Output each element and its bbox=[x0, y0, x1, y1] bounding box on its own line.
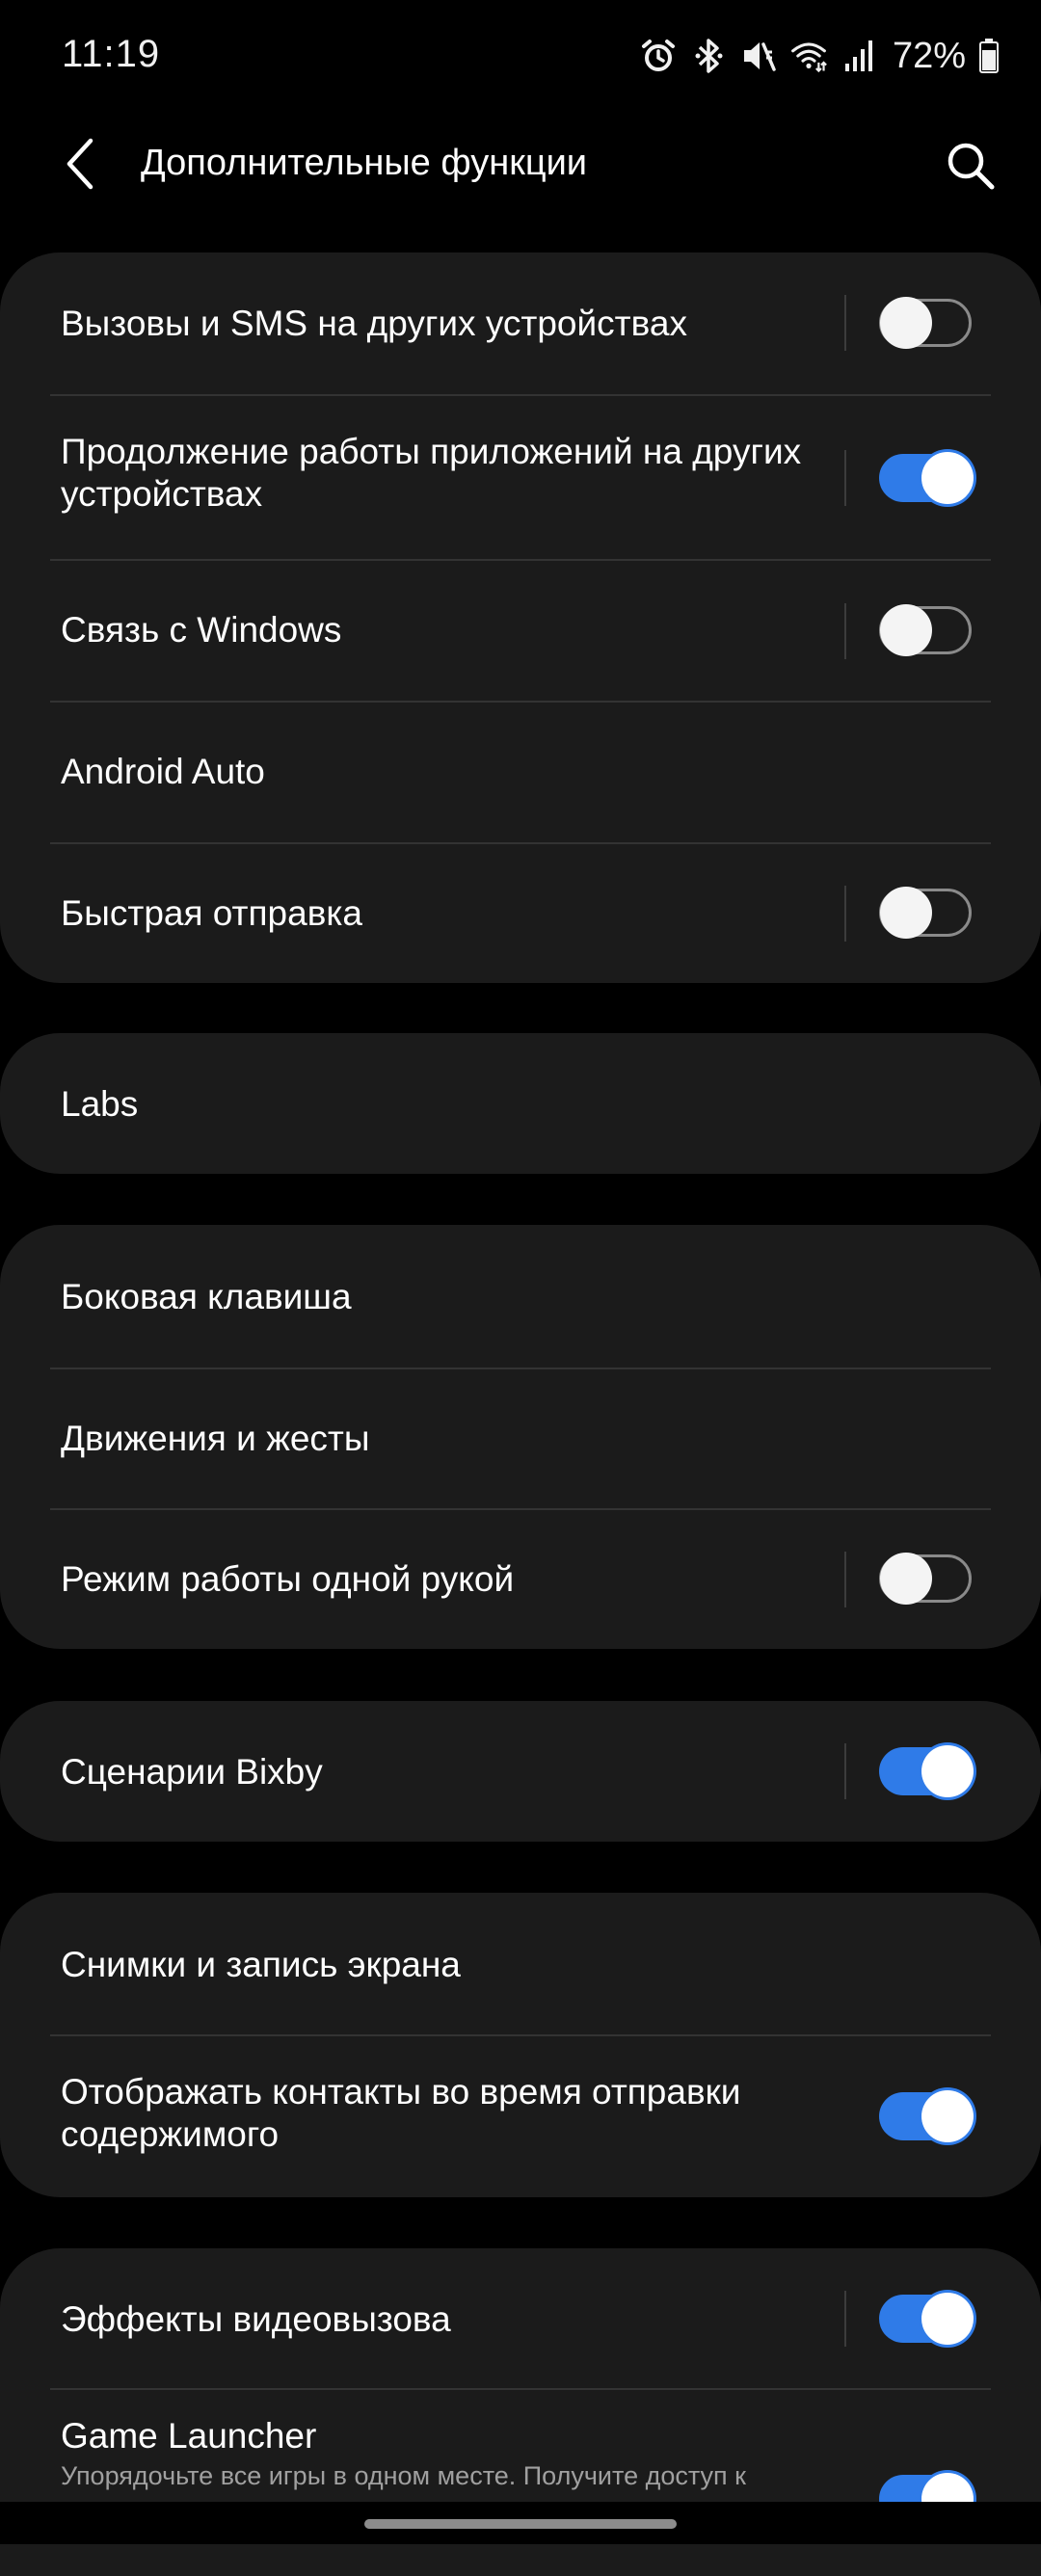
signal-icon bbox=[841, 35, 877, 77]
setting-link-to-windows[interactable]: Связь с Windows bbox=[0, 561, 1041, 701]
settings-group-screen: Снимки и запись экрана Отображать контак… bbox=[0, 1893, 1041, 2197]
toggle-switch[interactable] bbox=[879, 2293, 974, 2345]
setting-label: Продолжение работы приложений на других … bbox=[61, 432, 802, 514]
setting-label: Labs bbox=[61, 1084, 139, 1124]
setting-video-call-effects[interactable]: Эффекты видеовызова bbox=[0, 2248, 1041, 2388]
status-bar: 11:19 72% bbox=[0, 0, 1041, 116]
navigation-gesture-handle[interactable] bbox=[364, 2519, 677, 2529]
setting-one-handed-mode[interactable]: Режим работы одной рукой bbox=[0, 1510, 1041, 1649]
toggle-switch[interactable] bbox=[879, 1553, 972, 1605]
setting-label: Боковая клавиша bbox=[61, 1277, 352, 1316]
separator bbox=[844, 1552, 846, 1607]
toggle-switch[interactable] bbox=[879, 2090, 974, 2142]
toggle-switch[interactable] bbox=[879, 452, 974, 504]
settings-group-bixby: Сценарии Bixby bbox=[0, 1701, 1041, 1842]
separator bbox=[844, 603, 846, 659]
bluetooth-icon bbox=[690, 35, 727, 77]
setting-labs[interactable]: Labs bbox=[0, 1033, 1041, 1174]
status-time: 11:19 bbox=[62, 33, 161, 75]
setting-label: Снимки и запись экрана bbox=[61, 1945, 461, 1984]
setting-calls-sms-other-devices[interactable]: Вызовы и SMS на других устройствах bbox=[0, 252, 1041, 394]
separator bbox=[844, 2291, 846, 2347]
separator bbox=[844, 295, 846, 351]
settings-group-controls: Боковая клавиша Движения и жесты Режим р… bbox=[0, 1225, 1041, 1649]
setting-label: Режим работы одной рукой bbox=[61, 1559, 515, 1599]
status-icons: 72% bbox=[640, 27, 999, 85]
chevron-left-icon bbox=[67, 138, 93, 190]
setting-android-auto[interactable]: Android Auto bbox=[0, 703, 1041, 842]
separator bbox=[844, 886, 846, 942]
setting-label: Движения и жесты bbox=[61, 1419, 370, 1458]
setting-label: Эффекты видеовызова bbox=[61, 2299, 451, 2339]
setting-show-contacts-sharing[interactable]: Отображать контакты во время отправки со… bbox=[0, 2036, 1041, 2197]
setting-subtitle: Упорядочьте все игры в одном месте. Полу… bbox=[61, 2461, 746, 2490]
setting-quick-share[interactable]: Быстрая отправка bbox=[0, 844, 1041, 983]
mute-icon bbox=[740, 35, 777, 77]
alarm-icon bbox=[640, 35, 677, 77]
toggle-switch[interactable] bbox=[879, 604, 972, 656]
settings-group-connections: Вызовы и SMS на других устройствах Продо… bbox=[0, 252, 1041, 983]
setting-screenshots-recording[interactable]: Снимки и запись экрана bbox=[0, 1893, 1041, 2034]
back-button[interactable] bbox=[52, 135, 110, 193]
setting-label: Связь с Windows bbox=[61, 610, 342, 650]
settings-group-labs: Labs bbox=[0, 1033, 1041, 1174]
setting-label: Game Launcher bbox=[61, 2416, 317, 2456]
setting-label: Android Auto bbox=[61, 752, 265, 791]
separator bbox=[844, 1743, 846, 1799]
setting-label: Вызовы и SMS на других устройствах bbox=[61, 304, 687, 343]
toggle-switch[interactable] bbox=[879, 297, 972, 349]
toggle-switch[interactable] bbox=[879, 887, 972, 939]
search-button[interactable] bbox=[937, 135, 1004, 197]
setting-label: Быстрая отправка bbox=[61, 893, 362, 933]
page-title: Дополнительные функции bbox=[141, 143, 588, 183]
search-icon bbox=[948, 143, 995, 190]
setting-label: Отображать контакты во время отправки со… bbox=[61, 2072, 741, 2154]
setting-label: Сценарии Bixby bbox=[61, 1752, 323, 1792]
setting-motions-gestures[interactable]: Движения и жесты bbox=[0, 1369, 1041, 1508]
toggle-switch[interactable] bbox=[879, 1745, 974, 1797]
separator bbox=[844, 450, 846, 506]
app-bar: Дополнительные функции bbox=[0, 116, 1041, 212]
battery-icon bbox=[979, 39, 999, 73]
battery-percent: 72% bbox=[892, 35, 966, 76]
setting-bixby-routines[interactable]: Сценарии Bixby bbox=[0, 1701, 1041, 1842]
wifi-icon bbox=[790, 35, 827, 77]
setting-continue-apps-other-devices[interactable]: Продолжение работы приложений на других … bbox=[0, 396, 1041, 559]
setting-game-launcher[interactable]: Game Launcher Упорядочьте все игры в одн… bbox=[0, 2390, 1041, 2576]
setting-side-key[interactable]: Боковая клавиша bbox=[0, 1225, 1041, 1368]
